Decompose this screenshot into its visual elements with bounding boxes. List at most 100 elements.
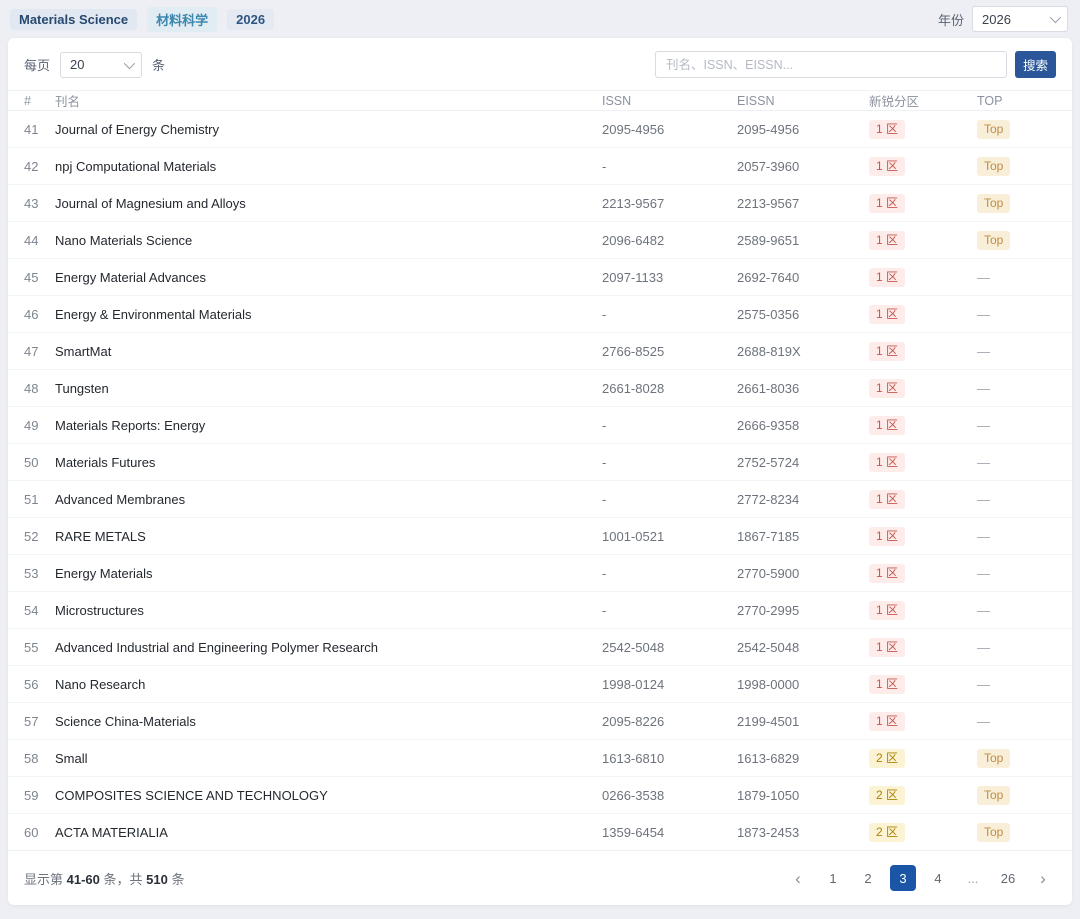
zone-badge: 1 区: [869, 342, 905, 361]
page-button-26[interactable]: 26: [995, 865, 1021, 891]
row-journal-name: Advanced Industrial and Engineering Poly…: [55, 640, 602, 655]
no-top-dash: —: [977, 677, 990, 692]
row-issn: 2095-8226: [602, 714, 737, 729]
page-button-3[interactable]: 3: [890, 865, 916, 891]
row-index: 57: [24, 714, 55, 729]
row-journal-name: npj Computational Materials: [55, 159, 602, 174]
zone-cell: 1 区: [869, 601, 977, 620]
page-button-1[interactable]: 1: [820, 865, 846, 891]
next-page-button[interactable]: ›: [1030, 865, 1056, 891]
zone-cell: 1 区: [869, 675, 977, 694]
row-eissn: 2688-819X: [737, 344, 869, 359]
row-issn: -: [602, 566, 737, 581]
row-index: 44: [24, 233, 55, 248]
row-index: 49: [24, 418, 55, 433]
no-top-dash: —: [977, 492, 990, 507]
zone-badge: 1 区: [869, 157, 905, 176]
journal-table-body: 41 Journal of Energy Chemistry 2095-4956…: [8, 111, 1072, 851]
summary-range: 41-60: [67, 872, 100, 887]
zone-cell: 1 区: [869, 342, 977, 361]
row-journal-name: RARE METALS: [55, 529, 602, 544]
top-cell: —: [977, 492, 1056, 507]
table-row: 55 Advanced Industrial and Engineering P…: [8, 629, 1072, 666]
top-cell: —: [977, 455, 1056, 470]
row-journal-name: COMPOSITES SCIENCE AND TECHNOLOGY: [55, 788, 602, 803]
row-eissn: 1879-1050: [737, 788, 869, 803]
prev-page-button[interactable]: ‹: [785, 865, 811, 891]
top-cell: —: [977, 307, 1056, 322]
page-button-2[interactable]: 2: [855, 865, 881, 891]
top-badge: Top: [977, 786, 1010, 805]
row-eissn: 2770-2995: [737, 603, 869, 618]
row-eissn: 1873-2453: [737, 825, 869, 840]
zone-badge: 2 区: [869, 749, 905, 768]
pagination-ellipsis: ...: [960, 865, 986, 891]
search-input[interactable]: [655, 51, 1007, 78]
row-eissn: 2589-9651: [737, 233, 869, 248]
top-cell: —: [977, 529, 1056, 544]
column-header-issn: ISSN: [602, 94, 737, 108]
summary-suffix: 条: [171, 872, 184, 887]
category-tag-english[interactable]: Materials Science: [10, 9, 137, 30]
table-row: 51 Advanced Membranes - 2772-8234 1 区 —: [8, 481, 1072, 518]
no-top-dash: —: [977, 270, 990, 285]
row-issn: -: [602, 418, 737, 433]
table-row: 52 RARE METALS 1001-0521 1867-7185 1 区 —: [8, 518, 1072, 555]
row-journal-name: ACTA MATERIALIA: [55, 825, 602, 840]
top-badge: Top: [977, 157, 1010, 176]
search-button[interactable]: 搜索: [1015, 51, 1056, 78]
column-header-zone: 新锐分区: [869, 91, 977, 110]
year-tag[interactable]: 2026: [227, 9, 274, 30]
row-journal-name: Journal of Magnesium and Alloys: [55, 196, 602, 211]
table-toolbar: 每页 20 条 搜索: [8, 38, 1072, 90]
row-eissn: 1867-7185: [737, 529, 869, 544]
top-cell: —: [977, 603, 1056, 618]
row-journal-name: Tungsten: [55, 381, 602, 396]
page-button-4[interactable]: 4: [925, 865, 951, 891]
pagination: ‹ 1234... 26 ›: [776, 865, 1056, 891]
top-cell: —: [977, 640, 1056, 655]
row-issn: 2096-6482: [602, 233, 737, 248]
table-row: 42 npj Computational Materials - 2057-39…: [8, 148, 1072, 185]
top-badge: Top: [977, 231, 1010, 250]
row-index: 54: [24, 603, 55, 618]
zone-cell: 1 区: [869, 194, 977, 213]
zone-cell: 2 区: [869, 823, 977, 842]
zone-cell: 1 区: [869, 120, 977, 139]
row-index: 56: [24, 677, 55, 692]
chevron-down-icon: [124, 57, 135, 68]
top-cell: —: [977, 418, 1056, 433]
per-page-select[interactable]: 20: [60, 52, 142, 78]
top-cell: Top: [977, 786, 1056, 805]
zone-cell: 2 区: [869, 749, 977, 768]
row-issn: -: [602, 159, 737, 174]
row-index: 45: [24, 270, 55, 285]
zone-badge: 1 区: [869, 231, 905, 250]
row-issn: 2661-8028: [602, 381, 737, 396]
no-top-dash: —: [977, 640, 990, 655]
zone-cell: 1 区: [869, 453, 977, 472]
zone-badge: 1 区: [869, 564, 905, 583]
table-row: 45 Energy Material Advances 2097-1133 26…: [8, 259, 1072, 296]
no-top-dash: —: [977, 344, 990, 359]
row-index: 58: [24, 751, 55, 766]
row-index: 55: [24, 640, 55, 655]
zone-cell: 1 区: [869, 379, 977, 398]
row-issn: 2213-9567: [602, 196, 737, 211]
per-page-suffix-label: 条: [152, 55, 165, 74]
year-select[interactable]: 2026: [972, 6, 1068, 32]
row-journal-name: Small: [55, 751, 602, 766]
zone-badge: 1 区: [869, 601, 905, 620]
top-cell: Top: [977, 194, 1056, 213]
category-tag-chinese[interactable]: 材料科学: [147, 7, 217, 32]
row-eissn: 2666-9358: [737, 418, 869, 433]
year-filter-label: 年份: [938, 10, 964, 29]
top-cell: —: [977, 566, 1056, 581]
row-issn: -: [602, 307, 737, 322]
top-cell: —: [977, 677, 1056, 692]
row-eissn: 2752-5724: [737, 455, 869, 470]
row-issn: 0266-3538: [602, 788, 737, 803]
top-cell: Top: [977, 749, 1056, 768]
row-index: 51: [24, 492, 55, 507]
zone-cell: 1 区: [869, 490, 977, 509]
